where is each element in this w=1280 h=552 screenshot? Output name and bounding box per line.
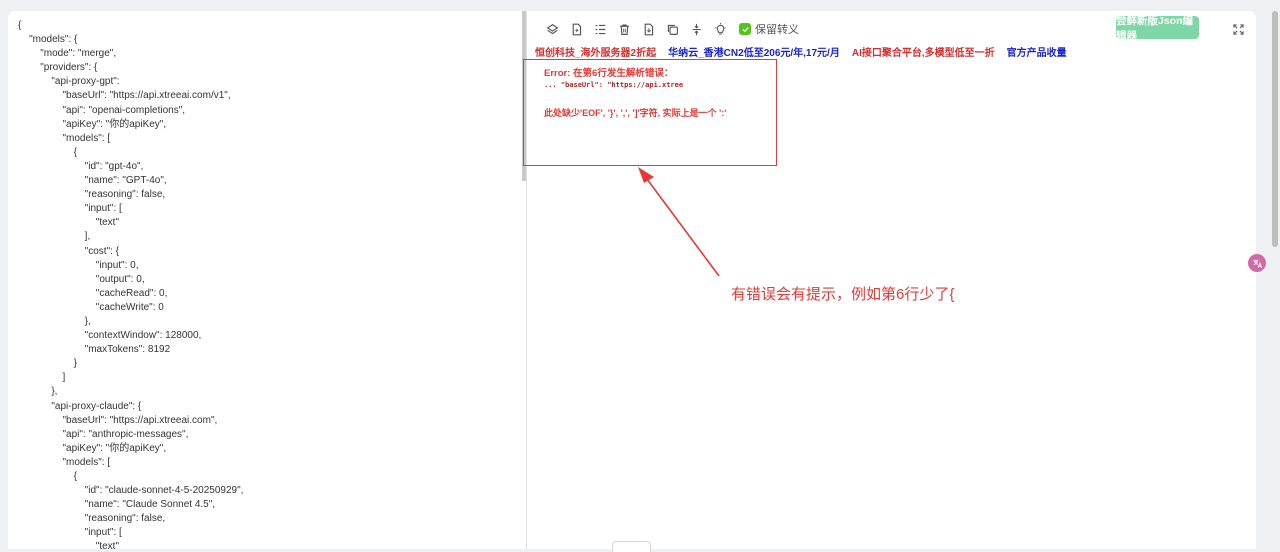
code-line: "api": "anthropic-messages", — [18, 428, 189, 440]
code-line: "output": 0, — [18, 273, 145, 285]
code-line: { — [18, 146, 77, 158]
file-download-icon[interactable] — [641, 22, 655, 36]
keep-escape-label[interactable]: 保留转义 — [755, 21, 799, 37]
code-line: "maxTokens": 8192 — [18, 344, 171, 356]
ad-link-official[interactable]: 官方产品收量 — [1007, 48, 1067, 59]
annotation-note: 有错误会有提示，例如第6行少了{ — [731, 286, 955, 303]
error-detail: 此处缺少'EOF', '}', ',', ']'字符, 实际上是一个 ':' — [544, 108, 727, 118]
compress-icon[interactable] — [689, 22, 703, 36]
code-line: ], — [18, 231, 91, 243]
file-icon[interactable] — [569, 22, 583, 36]
code-line: "api": "openai-completions", — [18, 104, 186, 116]
bottom-handle[interactable] — [612, 541, 651, 552]
code-line: "api-proxy-gpt": — [18, 76, 120, 88]
code-line: "reasoning": false, — [18, 189, 166, 201]
ad-link-huanayun[interactable]: 华纳云_香港CN2低至206元/年,17元/月 — [668, 48, 840, 59]
code-line: "models": { — [18, 34, 78, 46]
code-line: "apiKey": "你的apiKey", — [18, 442, 167, 454]
code-line: { — [18, 471, 77, 482]
code-line: "input": [ — [18, 203, 122, 215]
code-line: }, — [18, 315, 91, 327]
code-line: ] — [18, 372, 66, 384]
code-line: "baseUrl": "https://api.xtreeai.com/v1", — [18, 90, 231, 102]
code-line: "models": [ — [18, 132, 111, 144]
ad-link-ai-api[interactable]: AI接口聚合平台,多模型低至一折 — [852, 48, 995, 59]
code-line: "name": "Claude Sonnet 4.5", — [18, 499, 216, 511]
new-editor-button[interactable]: 尝鲜新版Json编辑器 — [1116, 15, 1199, 42]
json-input-editor[interactable]: { "models": { "mode": "merge", "provider… — [8, 11, 526, 549]
code-line: "apiKey": "你的apiKey", — [18, 118, 167, 130]
code-line: "api-proxy-claude": { — [18, 400, 142, 412]
code-line: "input": [ — [18, 527, 122, 539]
code-line: "input": 0, — [18, 259, 139, 271]
code-line: "id": "gpt-4o", — [18, 160, 144, 172]
layers-icon[interactable] — [545, 22, 559, 36]
code-line: "id": "claude-sonnet-4-5-20250929", — [18, 485, 244, 497]
keep-escape-checkbox[interactable] — [739, 23, 751, 35]
code-line: "mode": "merge", — [18, 48, 117, 60]
code-line: "providers": { — [18, 62, 98, 74]
trash-icon[interactable] — [617, 22, 631, 36]
code-line: "reasoning": false, — [18, 513, 166, 525]
code-line: "text" — [18, 217, 120, 229]
code-line: "models": [ — [18, 456, 111, 468]
toolbar: 保留转义 — [545, 19, 799, 39]
ad-link-hengchuang[interactable]: 恒创科技_海外服务器2折起 — [535, 48, 656, 59]
code-line: "cacheRead": 0, — [18, 287, 168, 299]
translate-icon — [1252, 259, 1262, 268]
code-line: "name": "GPT-4o", — [18, 175, 167, 187]
code-line: { — [18, 20, 22, 31]
ad-links: 恒创科技_海外服务器2折起 华纳云_香港CN2低至206元/年,17元/月 AI接口… — [535, 44, 1079, 59]
code-line: "text" — [18, 541, 120, 549]
fullscreen-icon[interactable] — [1233, 22, 1244, 35]
error-snippet: ... "baseUrl": "https://api.xtree — [544, 81, 684, 89]
bulb-icon[interactable] — [713, 22, 727, 36]
code-content[interactable]: { "models": { "mode": "merge", "provider… — [18, 19, 243, 549]
annotation-arrow — [638, 167, 720, 277]
error-title: Error: 在第6行发生解析错误： — [544, 68, 674, 79]
code-line: "cacheWrite": 0 — [18, 301, 164, 313]
code-line: "contextWindow": 128000, — [18, 330, 202, 342]
code-line: }, — [18, 386, 58, 398]
list-icon[interactable] — [593, 22, 607, 36]
copy-icon[interactable] — [665, 22, 679, 36]
code-line: "cost": { — [18, 245, 120, 257]
translate-button[interactable] — [1248, 254, 1266, 272]
app-frame: { "models": { "mode": "merge", "provider… — [0, 0, 1280, 552]
page-scrollbar[interactable] — [1272, 11, 1278, 247]
code-line: } — [18, 358, 77, 370]
code-line: "baseUrl": "https://api.xtreeai.com", — [18, 414, 218, 426]
